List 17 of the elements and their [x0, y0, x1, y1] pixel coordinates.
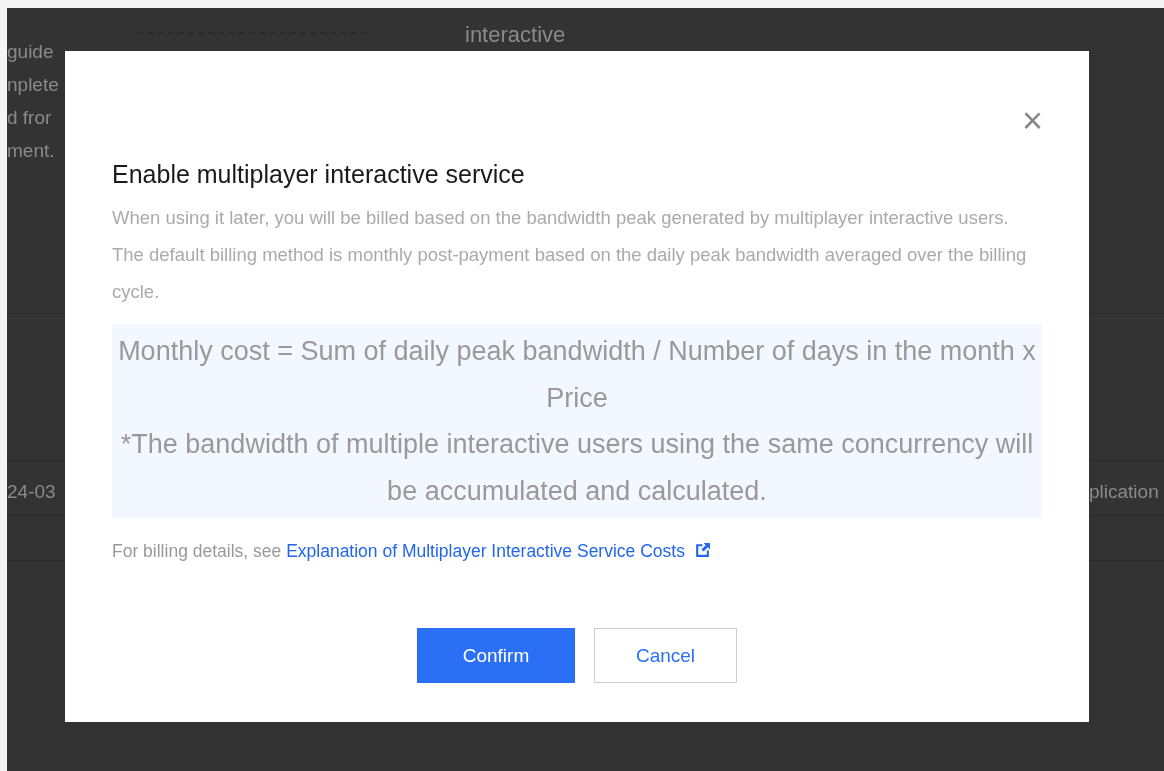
external-link-icon	[693, 542, 711, 559]
page-heading: interactive	[465, 21, 566, 49]
billing-link[interactable]: Explanation of Multiplayer Interactive Service Costs	[286, 541, 711, 561]
formula-text: *The bandwidth of multiple interactive users using the same concurrency will be accumulated and calculated.	[119, 428, 1035, 508]
confirm-button[interactable]: Confirm	[417, 628, 575, 684]
paragraph-fragment: ment.	[7, 139, 56, 163]
table-cell-text: plication	[1089, 480, 1160, 504]
billing-note: For billing details, see	[112, 541, 282, 561]
formula-text: Monthly cost = Sum of daily peak bandwidth / Number of days in the month x Price	[118, 335, 1036, 415]
table-cell-text: 24-03	[7, 480, 56, 504]
dialog-title: Enable multiplayer interactive service	[112, 159, 526, 189]
paragraph-fragment: d fror	[7, 106, 53, 130]
close-button[interactable]: ×	[1021, 105, 1043, 137]
paragraph-fragment: guide	[7, 40, 55, 64]
cancel-button[interactable]: Cancel	[594, 628, 737, 684]
description-text: When using it later, you will be billed based on the bandwidth peak generated by multiplayer interactive users. The default billing method is monthly post-payment based on the daily peak bandwidth averaged over the billing cycle.	[112, 206, 1028, 304]
paragraph-fragment: nplete	[7, 73, 60, 97]
